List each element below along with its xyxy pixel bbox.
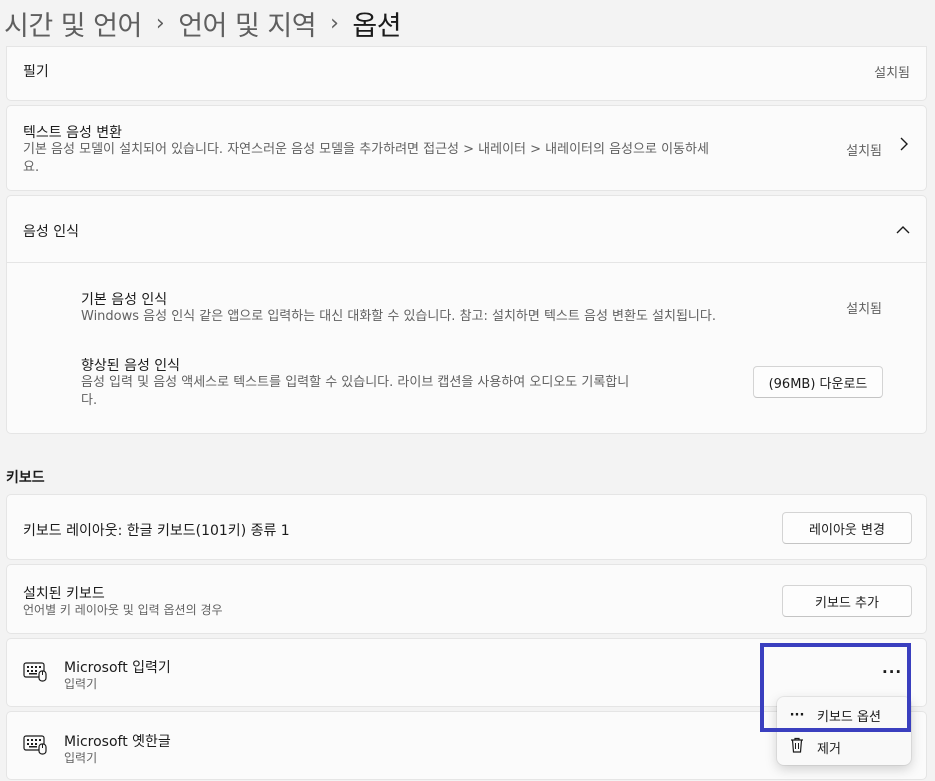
- more-icon: ···: [789, 707, 805, 723]
- breadcrumb-time-language[interactable]: 시간 및 언어: [0, 4, 142, 43]
- keyboard-icon: [23, 734, 49, 756]
- keyboard-section-label: 키보드: [6, 470, 45, 486]
- basic-speech-title: 기본 음성 인식: [81, 292, 168, 308]
- download-button[interactable]: (96MB) 다운로드: [753, 366, 883, 398]
- breadcrumb-separator-icon: ›: [330, 10, 339, 36]
- keyboard-item-subtitle: 입력기: [64, 751, 98, 765]
- breadcrumb: 시간 및 언어 › 언어 및 지역 › 옵션: [0, 0, 402, 46]
- menu-item-keyboard-options[interactable]: ··· 키보드 옵션: [777, 699, 911, 731]
- installed-keyboards-desc: 언어별 키 레이아웃 및 입력 옵션의 경우: [23, 603, 223, 617]
- context-menu: ··· 키보드 옵션 제거: [777, 697, 911, 765]
- keyboard-item-title: Microsoft 입력기: [64, 660, 171, 676]
- menu-item-label: 키보드 옵션: [817, 709, 881, 725]
- handwriting-title: 필기: [23, 64, 49, 80]
- change-layout-button[interactable]: 레이아웃 변경: [782, 512, 912, 544]
- basic-speech-status: 설치됨: [846, 302, 882, 317]
- enhanced-speech-title: 향상된 음성 인식: [81, 358, 181, 374]
- enhanced-speech-desc-line2: 다.: [81, 393, 98, 408]
- installed-keyboards-card: 설치된 키보드 언어별 키 레이아웃 및 입력 옵션의 경우 키보드 추가: [6, 564, 927, 634]
- keyboard-icon: [23, 661, 49, 683]
- add-keyboard-button[interactable]: 키보드 추가: [782, 585, 912, 617]
- enhanced-speech-desc-line1: 음성 입력 및 음성 액세스로 텍스트를 입력할 수 있습니다. 라이브 캡션을…: [81, 375, 630, 390]
- more-options-icon[interactable]: ···: [882, 663, 902, 681]
- tts-desc-line2: 요.: [23, 160, 40, 175]
- handwriting-status: 설치됨: [874, 66, 910, 81]
- menu-item-remove[interactable]: 제거: [777, 731, 911, 763]
- keyboard-item-title: Microsoft 옛한글: [64, 734, 171, 750]
- handwriting-card: 필기 설치됨: [6, 46, 927, 101]
- speech-title: 음성 인식: [23, 224, 79, 240]
- keyboard-layout-title: 키보드 레이아웃: 한글 키보드(101키) 종류 1: [23, 523, 290, 539]
- tts-card[interactable]: 텍스트 음성 변환 기본 음성 모델이 설치되어 있습니다. 자연스러운 음성 …: [6, 105, 927, 191]
- trash-icon: [777, 737, 817, 757]
- chevron-up-icon[interactable]: [896, 221, 910, 240]
- menu-item-label: 제거: [817, 741, 841, 757]
- tts-desc-line1: 기본 음성 모델이 설치되어 있습니다. 자연스러운 음성 모델을 추가하려면 …: [23, 142, 709, 157]
- speech-header[interactable]: 음성 인식: [7, 196, 926, 263]
- installed-keyboards-title: 설치된 키보드: [23, 586, 105, 602]
- breadcrumb-language-region[interactable]: 언어 및 지역: [178, 4, 316, 43]
- keyboard-layout-card: 키보드 레이아웃: 한글 키보드(101키) 종류 1 레이아웃 변경: [6, 494, 927, 560]
- basic-speech-desc: Windows 음성 인식 같은 앱으로 입력하는 대신 대화할 수 있습니다.…: [81, 309, 716, 324]
- breadcrumb-separator-icon: ›: [155, 10, 165, 36]
- tts-title: 텍스트 음성 변환: [23, 125, 123, 141]
- speech-card: 음성 인식 기본 음성 인식 Windows 음성 인식 같은 앱으로 입력하는…: [6, 195, 927, 434]
- chevron-right-icon: [898, 136, 910, 156]
- tts-status: 설치됨: [846, 144, 882, 159]
- page-title: 옵션: [352, 10, 402, 42]
- keyboard-item-subtitle: 입력기: [64, 677, 98, 691]
